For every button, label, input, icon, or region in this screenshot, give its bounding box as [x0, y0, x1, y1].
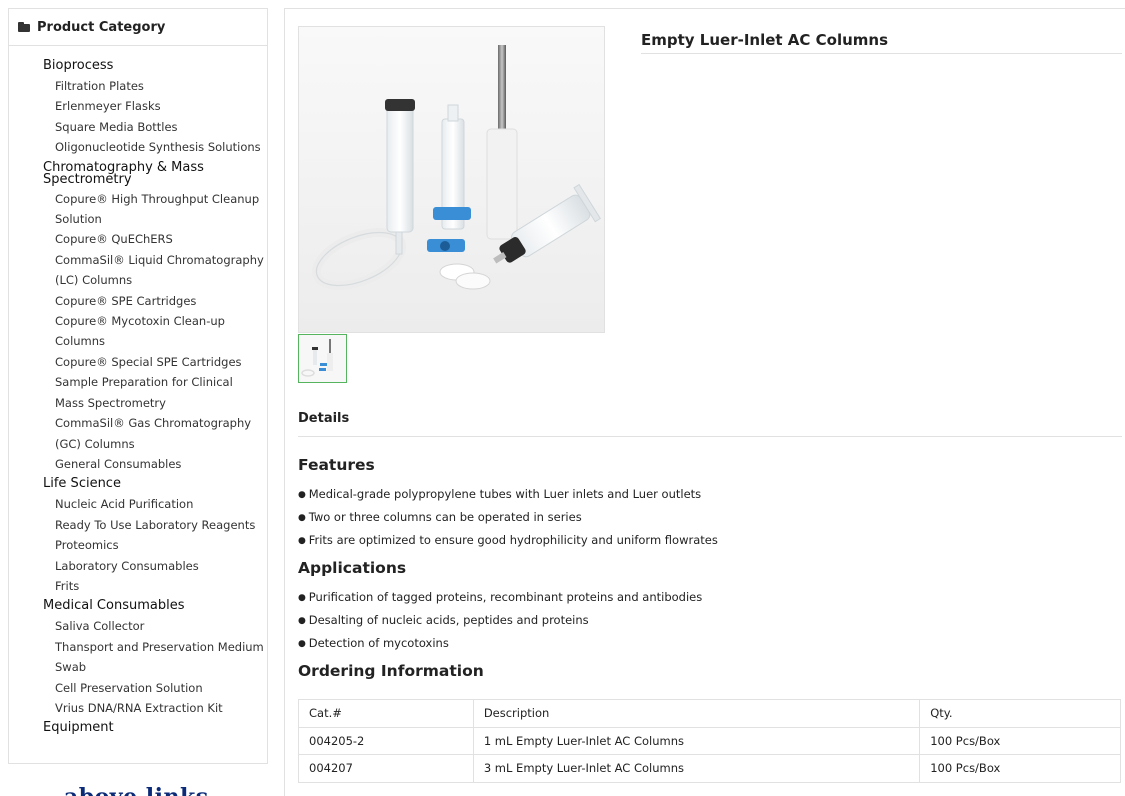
table-cell: 1 mL Empty Luer-Inlet AC Columns — [472, 726, 921, 755]
application-item: Purification of tagged proteins, recombi… — [298, 587, 703, 610]
folder-icon — [18, 22, 30, 32]
category-item[interactable]: Copure® SPE Cartridges — [9, 291, 267, 311]
table-header-cell: Qty. — [919, 699, 1121, 728]
thumbnail-illustration — [299, 335, 346, 382]
ordering-table: Cat.# Description Qty. 004205-2 1 mL Emp… — [298, 699, 1121, 783]
table-cell: 100 Pcs/Box — [919, 726, 1121, 755]
product-title: Empty Luer-Inlet AC Columns — [641, 31, 888, 49]
features-heading: Features — [298, 456, 375, 474]
category-equipment[interactable]: Equipment — [9, 718, 267, 738]
above-links-banner: above links — [64, 784, 209, 796]
category-item[interactable]: Laboratory Consumables — [9, 556, 267, 576]
application-item: Desalting of nucleic acids, peptides and… — [298, 610, 702, 633]
product-main-image — [298, 26, 605, 333]
category-item[interactable]: Copure® High Throughput Cleanup Solution — [9, 189, 267, 230]
category-item[interactable]: Copure® QuEChERS — [9, 229, 267, 249]
category-item[interactable]: Filtration Plates — [9, 76, 267, 96]
product-thumbnail[interactable] — [298, 334, 347, 383]
details-label: Details — [298, 411, 350, 426]
category-item[interactable]: Copure® Mycotoxin Clean-up Columns — [9, 311, 267, 352]
category-item[interactable]: Nucleic Acid Purification — [9, 494, 267, 514]
sidebar-header: Product Category — [9, 9, 267, 46]
table-cell: 100 Pcs/Box — [919, 754, 1121, 783]
table-header-cell: Cat.# — [298, 699, 474, 728]
category-life-science[interactable]: Life Science — [9, 474, 267, 494]
category-item[interactable]: Frits — [9, 576, 267, 596]
feature-item: Two or three columns can be operated in … — [298, 507, 718, 530]
category-medical-consumables[interactable]: Medical Consumables — [9, 596, 267, 616]
table-cell: 004205-2 — [298, 726, 474, 755]
sidebar-title: Product Category — [37, 19, 166, 35]
ordering-heading: Ordering Information — [298, 662, 484, 680]
category-item[interactable]: Vrius DNA/RNA Extraction Kit — [9, 698, 267, 718]
category-chromatography[interactable]: Chromatography & Mass Spectrometry — [9, 158, 267, 189]
category-list: Bioprocess Filtration Plates Erlenmeyer … — [9, 46, 267, 738]
applications-list: Purification of tagged proteins, recombi… — [298, 587, 703, 656]
features-list: Medical-grade polypropylene tubes with L… — [298, 484, 718, 553]
application-item: Detection of mycotoxins — [298, 633, 702, 656]
category-item[interactable]: CommaSil® Liquid Chromatography (LC) Col… — [9, 250, 267, 291]
category-item[interactable]: Proteomics — [9, 535, 267, 555]
product-category-sidebar: Product Category Bioprocess Filtration P… — [8, 8, 268, 764]
table-header-cell: Description — [472, 699, 921, 728]
table-row: 004207 3 mL Empty Luer-Inlet AC Columns … — [298, 754, 1121, 783]
category-item[interactable]: Copure® Special SPE Cartridges — [9, 352, 267, 372]
table-header-row: Cat.# Description Qty. — [298, 699, 1121, 728]
details-divider — [298, 436, 1122, 437]
product-photo-illustration — [299, 27, 604, 332]
category-item[interactable]: Erlenmeyer Flasks — [9, 96, 267, 116]
category-item[interactable]: Sample Preparation for Clinical Mass Spe… — [9, 372, 267, 413]
title-divider — [641, 53, 1122, 54]
category-item[interactable]: Oligonucleotide Synthesis Solutions — [9, 137, 267, 157]
category-item[interactable]: Swab — [9, 657, 267, 677]
table-cell: 3 mL Empty Luer-Inlet AC Columns — [472, 754, 921, 783]
table-row: 004205-2 1 mL Empty Luer-Inlet AC Column… — [298, 726, 1121, 755]
category-item[interactable]: Square Media Bottles — [9, 117, 267, 137]
category-item[interactable]: General Consumables — [9, 454, 267, 474]
category-item[interactable]: Thansport and Preservation Medium — [9, 637, 267, 657]
applications-heading: Applications — [298, 559, 407, 577]
category-bioprocess[interactable]: Bioprocess — [9, 56, 267, 76]
table-cell: 004207 — [298, 754, 474, 783]
category-item[interactable]: Ready To Use Laboratory Reagents — [9, 515, 267, 535]
category-item[interactable]: CommaSil® Gas Chromatography (GC) Column… — [9, 413, 267, 454]
feature-item: Frits are optimized to ensure good hydro… — [298, 530, 718, 553]
category-item[interactable]: Saliva Collector — [9, 616, 267, 636]
feature-item: Medical-grade polypropylene tubes with L… — [298, 484, 718, 507]
category-item[interactable]: Cell Preservation Solution — [9, 678, 267, 698]
